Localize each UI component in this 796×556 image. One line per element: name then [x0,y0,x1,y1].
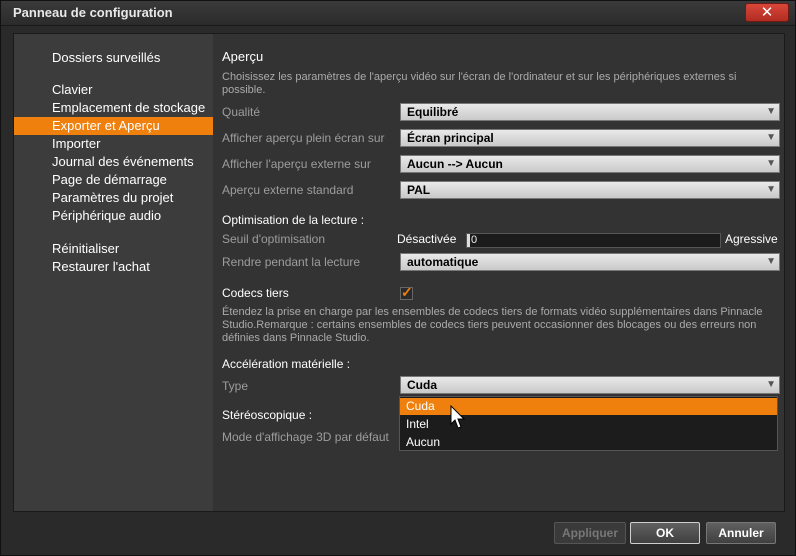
sidebar-item-project-settings[interactable]: Paramètres du projet [14,189,213,207]
chevron-down-icon: ▼ [766,106,776,117]
close-button[interactable]: ✕ [745,3,789,22]
sidebar-item-restore-purchase[interactable]: Restaurer l'achat [14,258,213,276]
threshold-min-label: Désactivée [397,232,457,246]
optimization-threshold-slider[interactable]: 0 [466,233,721,248]
hardware-acceleration-title: Accélération matérielle : [222,357,351,371]
chevron-down-icon: ▼ [766,158,776,169]
acceleration-type-select[interactable]: Cuda ▼ [400,376,780,394]
sidebar-item-storage-location[interactable]: Emplacement de stockage [14,99,213,117]
fullscreen-label: Afficher aperçu plein écran sur [222,131,385,145]
window-title: Panneau de configuration [13,5,173,20]
mouse-cursor-icon [450,405,466,429]
type-label: Type [222,379,249,393]
sidebar-item-watched-folders[interactable]: Dossiers surveillés [14,49,213,67]
external-standard-label: Aperçu externe standard [222,183,354,197]
chevron-down-icon: ▼ [766,256,776,267]
external-preview-select[interactable]: Aucun --> Aucun ▼ [400,155,780,173]
optimization-threshold-label: Seuil d'optimisation [222,232,326,246]
sidebar-item-export-preview[interactable]: Exporter et Aperçu [14,117,213,135]
dialog-footer: Appliquer OK Annuler [1,513,795,555]
cancel-button[interactable]: Annuler [706,522,776,544]
render-playback-select-value: automatique [407,255,479,269]
sidebar-item-keyboard[interactable]: Clavier [14,81,213,99]
fullscreen-select-value: Écran principal [407,131,494,145]
configuration-window: Panneau de configuration ✕ Dossiers surv… [0,0,796,556]
apply-button[interactable]: Appliquer [554,522,626,544]
chevron-down-icon: ▼ [766,184,776,195]
external-standard-select-value: PAL [407,183,431,197]
sidebar-item-event-log[interactable]: Journal des événements [14,153,213,171]
quality-select[interactable]: Equilibré ▼ [400,103,780,121]
sidebar: Dossiers surveillés Clavier Emplacement … [14,34,213,511]
sidebar-item-start-page[interactable]: Page de démarrage [14,171,213,189]
external-standard-select[interactable]: PAL ▼ [400,181,780,199]
preview-description: Choisissez les paramètres de l'aperçu vi… [222,71,737,96]
quality-label: Qualité [222,105,261,119]
external-preview-label: Afficher l'aperçu externe sur [222,157,371,171]
sidebar-item-import[interactable]: Importer [14,135,213,153]
external-preview-select-value: Aucun --> Aucun [407,157,503,171]
render-playback-label: Rendre pendant la lecture [222,255,361,269]
check-icon: ✓ [401,284,413,300]
slider-handle[interactable] [467,234,470,247]
fullscreen-select[interactable]: Écran principal ▼ [400,129,780,147]
threshold-value: 0 [471,234,478,246]
third-party-codecs-checkbox[interactable]: ✓ [400,284,413,300]
sidebar-item-audio-device[interactable]: Périphérique audio [14,207,213,225]
threshold-max-label: Agressive [725,232,778,246]
preview-section-title: Aperçu [222,49,264,64]
content-panel: Dossiers surveillés Clavier Emplacement … [13,33,785,512]
chevron-down-icon: ▼ [766,132,776,143]
third-party-codecs-title: Codecs tiers [222,286,289,300]
dropdown-option-aucun[interactable]: Aucun [400,434,777,451]
third-party-codecs-description: Étendez la prise en charge par les ensem… [222,306,763,344]
acceleration-type-select-value: Cuda [407,378,437,392]
ok-button[interactable]: OK [630,522,700,544]
settings-main: Aperçu Choisissez les paramètres de l'ap… [214,34,784,511]
quality-select-value: Equilibré [407,105,459,119]
stereoscopic-title: Stéréoscopique : [222,408,313,422]
playback-optimization-title: Optimisation de la lecture : [222,213,365,227]
default-3d-mode-label: Mode d'affichage 3D par défaut [222,430,389,444]
chevron-down-icon: ▼ [766,379,776,390]
title-bar: Panneau de configuration ✕ [1,1,795,26]
sidebar-item-reset[interactable]: Réinitialiser [14,240,213,258]
render-playback-select[interactable]: automatique ▼ [400,253,780,271]
